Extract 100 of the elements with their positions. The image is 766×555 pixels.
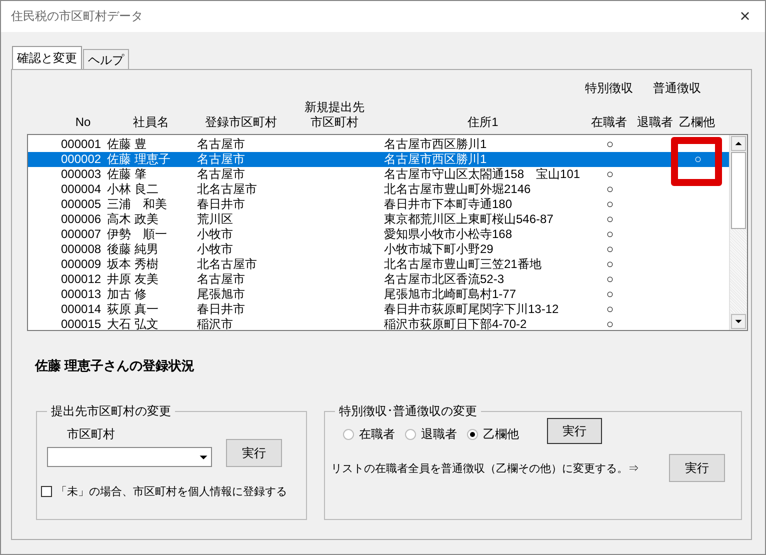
table-cell-text: ○ [605, 137, 615, 152]
column-header: 登録市区町村 [205, 115, 277, 130]
checkbox-label: 「未」の場合、市区町村を個人情報に登録する [56, 484, 287, 499]
list-row[interactable]: 000007 伊勢 順一 小牧市 愛知県小牧市小松寺168 ○ [28, 227, 729, 242]
column-header: 在職者 [591, 115, 627, 130]
table-cell-text: ○ [605, 212, 615, 227]
table-cell-text: 春日井市下本町寺通180 [384, 197, 514, 212]
table-cell-text: ○ [605, 167, 615, 182]
list-row[interactable]: 000013 加古 修 尾張旭市 尾張旭市北崎町島村1-77 ○ [28, 287, 729, 302]
table-cell-text: ○ [693, 152, 703, 167]
column-group-header: 普通徴収 [653, 81, 701, 96]
radio-label: 在職者 [359, 426, 395, 442]
list-row[interactable]: 000005 三浦 和美 春日井市 春日井市下本町寺通180 ○ [28, 197, 729, 212]
table-cell-text: 北名古屋市 [197, 257, 258, 272]
list-row[interactable]: 000015 大石 弘文 稲沢市 稲沢市荻原町日下部4-70-2 ○ [28, 317, 729, 332]
column-header: 新規提出先市区町村 [304, 100, 364, 130]
list-row[interactable]: 000012 井原 友美 名古屋市 名古屋市北区香流52-3 ○ [28, 272, 729, 287]
table-cell-text: 名古屋市 [197, 152, 246, 167]
table-cell-text: 000004 [61, 182, 102, 197]
list-row[interactable]: 000001 佐藤 豊 名古屋市 名古屋市西区勝川1 ○ [28, 137, 729, 152]
scroll-up-icon[interactable] [731, 136, 746, 151]
scroll-thumb[interactable] [731, 152, 746, 229]
table-cell-text: 000015 [61, 317, 102, 332]
table-cell-text: 北名古屋市豊山町三笠21番地 [384, 257, 542, 272]
table-cell-text: ○ [605, 182, 615, 197]
close-button[interactable]: × [725, 2, 765, 32]
tab[interactable]: ヘルプ [83, 49, 129, 69]
table-cell-text: 000003 [61, 167, 102, 182]
table-cell-text: 後藤 純男 [107, 242, 160, 257]
table-cell-text: 佐藤 豊 [107, 137, 148, 152]
highlight-frame [671, 137, 722, 186]
table-cell-text: ○ [605, 197, 615, 212]
column-group-header: 特別徴収 [585, 81, 633, 96]
list-row[interactable]: 000009 坂本 秀樹 北名古屋市 北名古屋市豊山町三笠21番地 ○ [28, 257, 729, 272]
table-cell-text: 000005 [61, 197, 102, 212]
table-cell-text: 名古屋市守山区太閤通158 宝山101 [384, 167, 582, 182]
table-cell-text: 000013 [61, 287, 102, 302]
table-cell-text: 春日井市 [197, 197, 246, 212]
list-row[interactable]: 000014 荻原 真一 春日井市 春日井市荻原町尾関字下川13-12 ○ [28, 302, 729, 317]
group-title: 特別徴収･普通徴収の変更 [338, 403, 478, 420]
scroll-down-icon[interactable] [731, 314, 746, 329]
table-cell-text: 000014 [61, 302, 102, 317]
execute-button[interactable]: 実行 [226, 439, 282, 467]
table-cell-text: 名古屋市西区勝川1 [384, 137, 488, 152]
table-cell-text: 坂本 秀樹 [107, 257, 160, 272]
table-cell-text: 井原 友美 [107, 272, 160, 287]
tab[interactable]: 確認と変更 [12, 46, 82, 69]
execute-button[interactable]: 実行 [547, 418, 602, 444]
group-title: 提出先市区町村の変更 [50, 403, 172, 420]
list-row[interactable]: 000003 佐藤 肇 名古屋市 名古屋市守山区太閤通158 宝山101 ○ [28, 167, 729, 182]
instruction-text: リストの在職者全員を普通徴収（乙欄その他）に変更する。⇒ [331, 462, 639, 476]
list-row[interactable]: 000002 佐藤 理恵子 名古屋市 名古屋市西区勝川1 ○ [28, 152, 729, 167]
radio-button[interactable] [405, 428, 416, 440]
field-label: 市区町村 [67, 426, 116, 443]
table-cell-text: ○ [605, 257, 615, 272]
table-cell-text: 000006 [61, 212, 102, 227]
scrollbar[interactable] [729, 135, 747, 330]
table-cell-text: 荻原 真一 [107, 302, 160, 317]
checkbox[interactable] [41, 486, 52, 497]
table-cell-text: ○ [605, 317, 615, 332]
column-header: 退職者 [637, 115, 673, 130]
radio-button[interactable] [343, 428, 354, 440]
table-cell-text: ○ [605, 227, 615, 242]
table-cell-text: 伊勢 順一 [107, 227, 168, 242]
table-cell-text: 東京都荒川区上東町桜山546-87 [384, 212, 554, 227]
table-cell-text: 名古屋市 [197, 137, 246, 152]
table-cell-text: 尾張旭市 [197, 287, 246, 302]
table-cell-text: 稲沢市 [197, 317, 234, 332]
table-cell-text: 小牧市 [197, 227, 234, 242]
list-row[interactable]: 000008 後藤 純男 小牧市 小牧市城下町小野29 ○ [28, 242, 729, 257]
table-cell-text: ○ [605, 302, 615, 317]
table-cell-text: 北名古屋市 [197, 182, 258, 197]
table-cell-text: 000008 [61, 242, 102, 257]
table-cell-text: 名古屋市 [197, 167, 246, 182]
table-cell-text: 春日井市 [197, 302, 246, 317]
table-cell-text: 北名古屋市豊山町外堀2146 [384, 182, 532, 197]
radio-button[interactable] [467, 428, 478, 440]
table-cell-text: ○ [605, 272, 615, 287]
table-cell-text: 000012 [61, 272, 102, 287]
list-row[interactable]: 000004 小林 良二 北名古屋市 北名古屋市豊山町外堀2146 ○ [28, 182, 729, 197]
table-cell-text: 000007 [61, 227, 102, 242]
table-cell-text: 名古屋市 [197, 272, 246, 287]
status-heading: 佐藤 理恵子さんの登録状況 [35, 357, 196, 375]
execute-button[interactable]: 実行 [669, 454, 725, 482]
radio-label: 乙欄他 [483, 426, 519, 442]
table-cell-text: 三浦 和美 [107, 197, 168, 212]
list-row[interactable]: 000006 高木 政美 荒川区 東京都荒川区上東町桜山546-87 ○ [28, 212, 729, 227]
table-cell-text: 小林 良二 [107, 182, 160, 197]
table-cell-text: 春日井市荻原町尾関字下川13-12 [384, 302, 560, 317]
table-cell-text: 愛知県小牧市小松寺168 [384, 227, 514, 242]
table-cell-text: ○ [605, 242, 615, 257]
table-cell-text: ○ [605, 287, 615, 302]
column-header: 社員名 [133, 115, 169, 130]
column-header: No [75, 115, 91, 130]
radio-label: 退職者 [421, 426, 457, 442]
table-cell-text: 000001 [61, 137, 102, 152]
table-cell-text: 名古屋市西区勝川1 [384, 152, 488, 167]
table-cell-text: 荒川区 [197, 212, 234, 227]
table-cell-text: 大石 弘文 [107, 317, 160, 332]
window-title: 住民税の市区町村データ [11, 8, 143, 25]
